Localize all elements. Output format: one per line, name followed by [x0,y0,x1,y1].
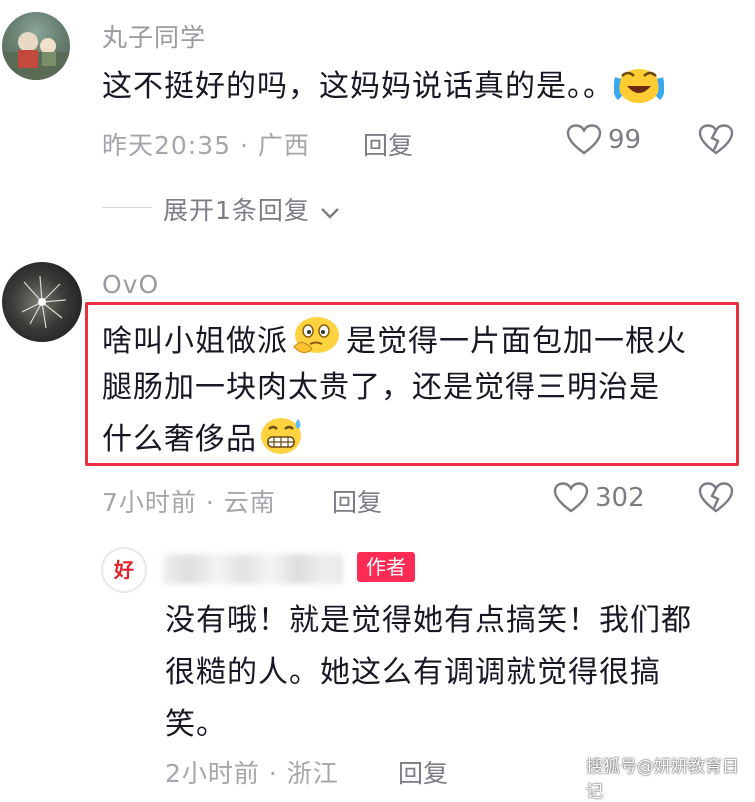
sparkler-image-icon [21,275,67,329]
reply-text-line: 没有哦！就是觉得她有点搞笑！我们都 [165,603,692,638]
broken-heart-icon [698,124,734,155]
like-count: 302 [595,483,645,513]
reply-meta: 2小时前 · 浙江 [165,759,339,788]
author-avatar-char: 好 [114,558,134,582]
comment-text-line: 是觉得一片面包加一根火 [346,324,687,359]
comment-meta: 7小时前 · 云南 [102,488,276,517]
expand-replies-button[interactable]: 展开1条回复 [163,191,341,225]
reply-button[interactable]: 回复 [332,483,382,519]
like-button[interactable]: 99 [566,122,656,162]
author-avatar[interactable]: 好 [101,547,147,593]
dislike-button[interactable] [698,124,734,158]
comment-text-body: 这不挺好的吗，这妈妈说话真的是。。 [102,69,614,104]
comment-username[interactable]: 丸子同学 [102,18,206,54]
like-button[interactable]: 302 [553,480,653,520]
reply-text-line: 笑。 [165,707,227,742]
blurred-username [163,554,343,584]
comment-text-line: 腿肠加一块肉太贵了，还是觉得三明治是 [102,370,660,405]
comment-text-line: 什么奢侈品 [102,422,257,457]
grimace-sweat-emoji-icon [257,413,307,473]
avatar-image-icon [2,32,70,80]
like-count: 99 [608,125,642,155]
avatar[interactable] [2,12,70,80]
expand-divider [102,207,152,208]
avatar[interactable] [2,262,82,342]
reply-text-line: 很糙的人。她这么有调调就觉得很搞 [165,655,661,690]
watermark: 搜狐号@妍妍教育日记 [586,757,739,802]
author-badge: 作者 [357,552,415,582]
comment-username[interactable]: OvO [102,270,159,299]
reply-text: 没有哦！就是觉得她有点搞笑！我们都 很糙的人。她这么有调调就觉得很搞 笑。 [165,595,745,751]
comment-text: 这不挺好的吗，这妈妈说话真的是。。 [102,62,665,120]
broken-heart-icon [698,482,734,513]
heart-outline-icon [566,124,602,155]
reply-button[interactable]: 回复 [363,126,413,162]
reply-button[interactable]: 回复 [398,754,448,790]
heart-outline-icon [553,482,589,513]
chevron-down-icon [321,208,339,219]
dislike-button[interactable] [698,482,734,516]
expand-replies-label: 展开1条回复 [163,196,310,225]
comment-text: 啥叫小姐做派 是觉得一片面包加一根火 腿肠加一块肉太贵了，还是觉得三明治是 什么… [102,313,732,463]
crying-laughing-emoji-icon [613,62,665,120]
comment-text-line: 啥叫小姐做派 [102,324,288,359]
comment-meta: 昨天20:35 · 广西 [102,131,310,160]
